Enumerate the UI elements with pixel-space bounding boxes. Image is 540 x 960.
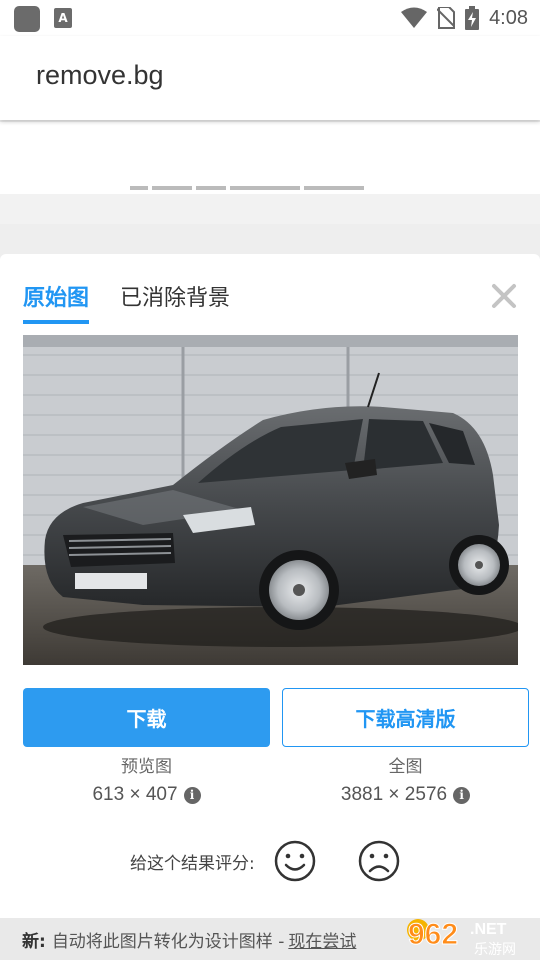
wifi-icon [401, 7, 428, 28]
preview-info: 预览图 613 × 407 i [23, 753, 270, 809]
download-button[interactable]: 下载 [23, 688, 270, 747]
background-text-fragment [130, 176, 430, 190]
app-title: remove.bg [36, 60, 164, 90]
watermark-suffix: .NET [470, 921, 507, 938]
watermark-logo: 962 .NET 乐游网 [407, 918, 516, 958]
text-notification-icon: A [54, 8, 72, 28]
no-sim-icon [437, 7, 456, 29]
watermark-sub: 乐游网 [474, 942, 516, 958]
rating-row: 给这个结果评分: [130, 839, 401, 883]
try-now-link[interactable]: 现在尝试 [288, 927, 356, 952]
full-info: 全图 3881 × 2576 i [282, 753, 529, 809]
app-bar: remove.bg [0, 36, 540, 120]
rating-label: 给这个结果评分: [130, 853, 255, 874]
status-bar: A 4:08 [0, 0, 540, 36]
full-size: 3881 × 2576 [340, 784, 448, 805]
close-icon[interactable] [490, 282, 518, 310]
preview-size: 613 × 407 [92, 784, 178, 805]
footer-text: 自动将此图片转化为设计图样 - [51, 931, 285, 952]
background-strip [0, 194, 540, 224]
sad-face-icon[interactable] [357, 839, 401, 883]
download-hd-button[interactable]: 下载高清版 [282, 688, 529, 747]
app-notification-icon [14, 6, 40, 32]
original-photo [23, 335, 518, 665]
battery-charging-icon [465, 6, 480, 30]
tab-original[interactable]: 原始图 [23, 280, 90, 324]
new-label: 新: [22, 931, 46, 952]
watermark-number: 962 [408, 918, 458, 951]
info-icon[interactable]: i [183, 786, 201, 804]
happy-face-icon[interactable] [273, 839, 317, 883]
preview-label: 预览图 [121, 757, 172, 777]
clock: 4:08 [489, 6, 528, 29]
tab-removed-background[interactable]: 已消除背景 [120, 280, 230, 320]
info-icon[interactable]: i [453, 786, 471, 804]
full-label: 全图 [388, 757, 423, 777]
result-dialog: 原始图 已消除背景 下载 下载高清版 预览图 613 × 407 i 全图 38… [0, 254, 540, 918]
